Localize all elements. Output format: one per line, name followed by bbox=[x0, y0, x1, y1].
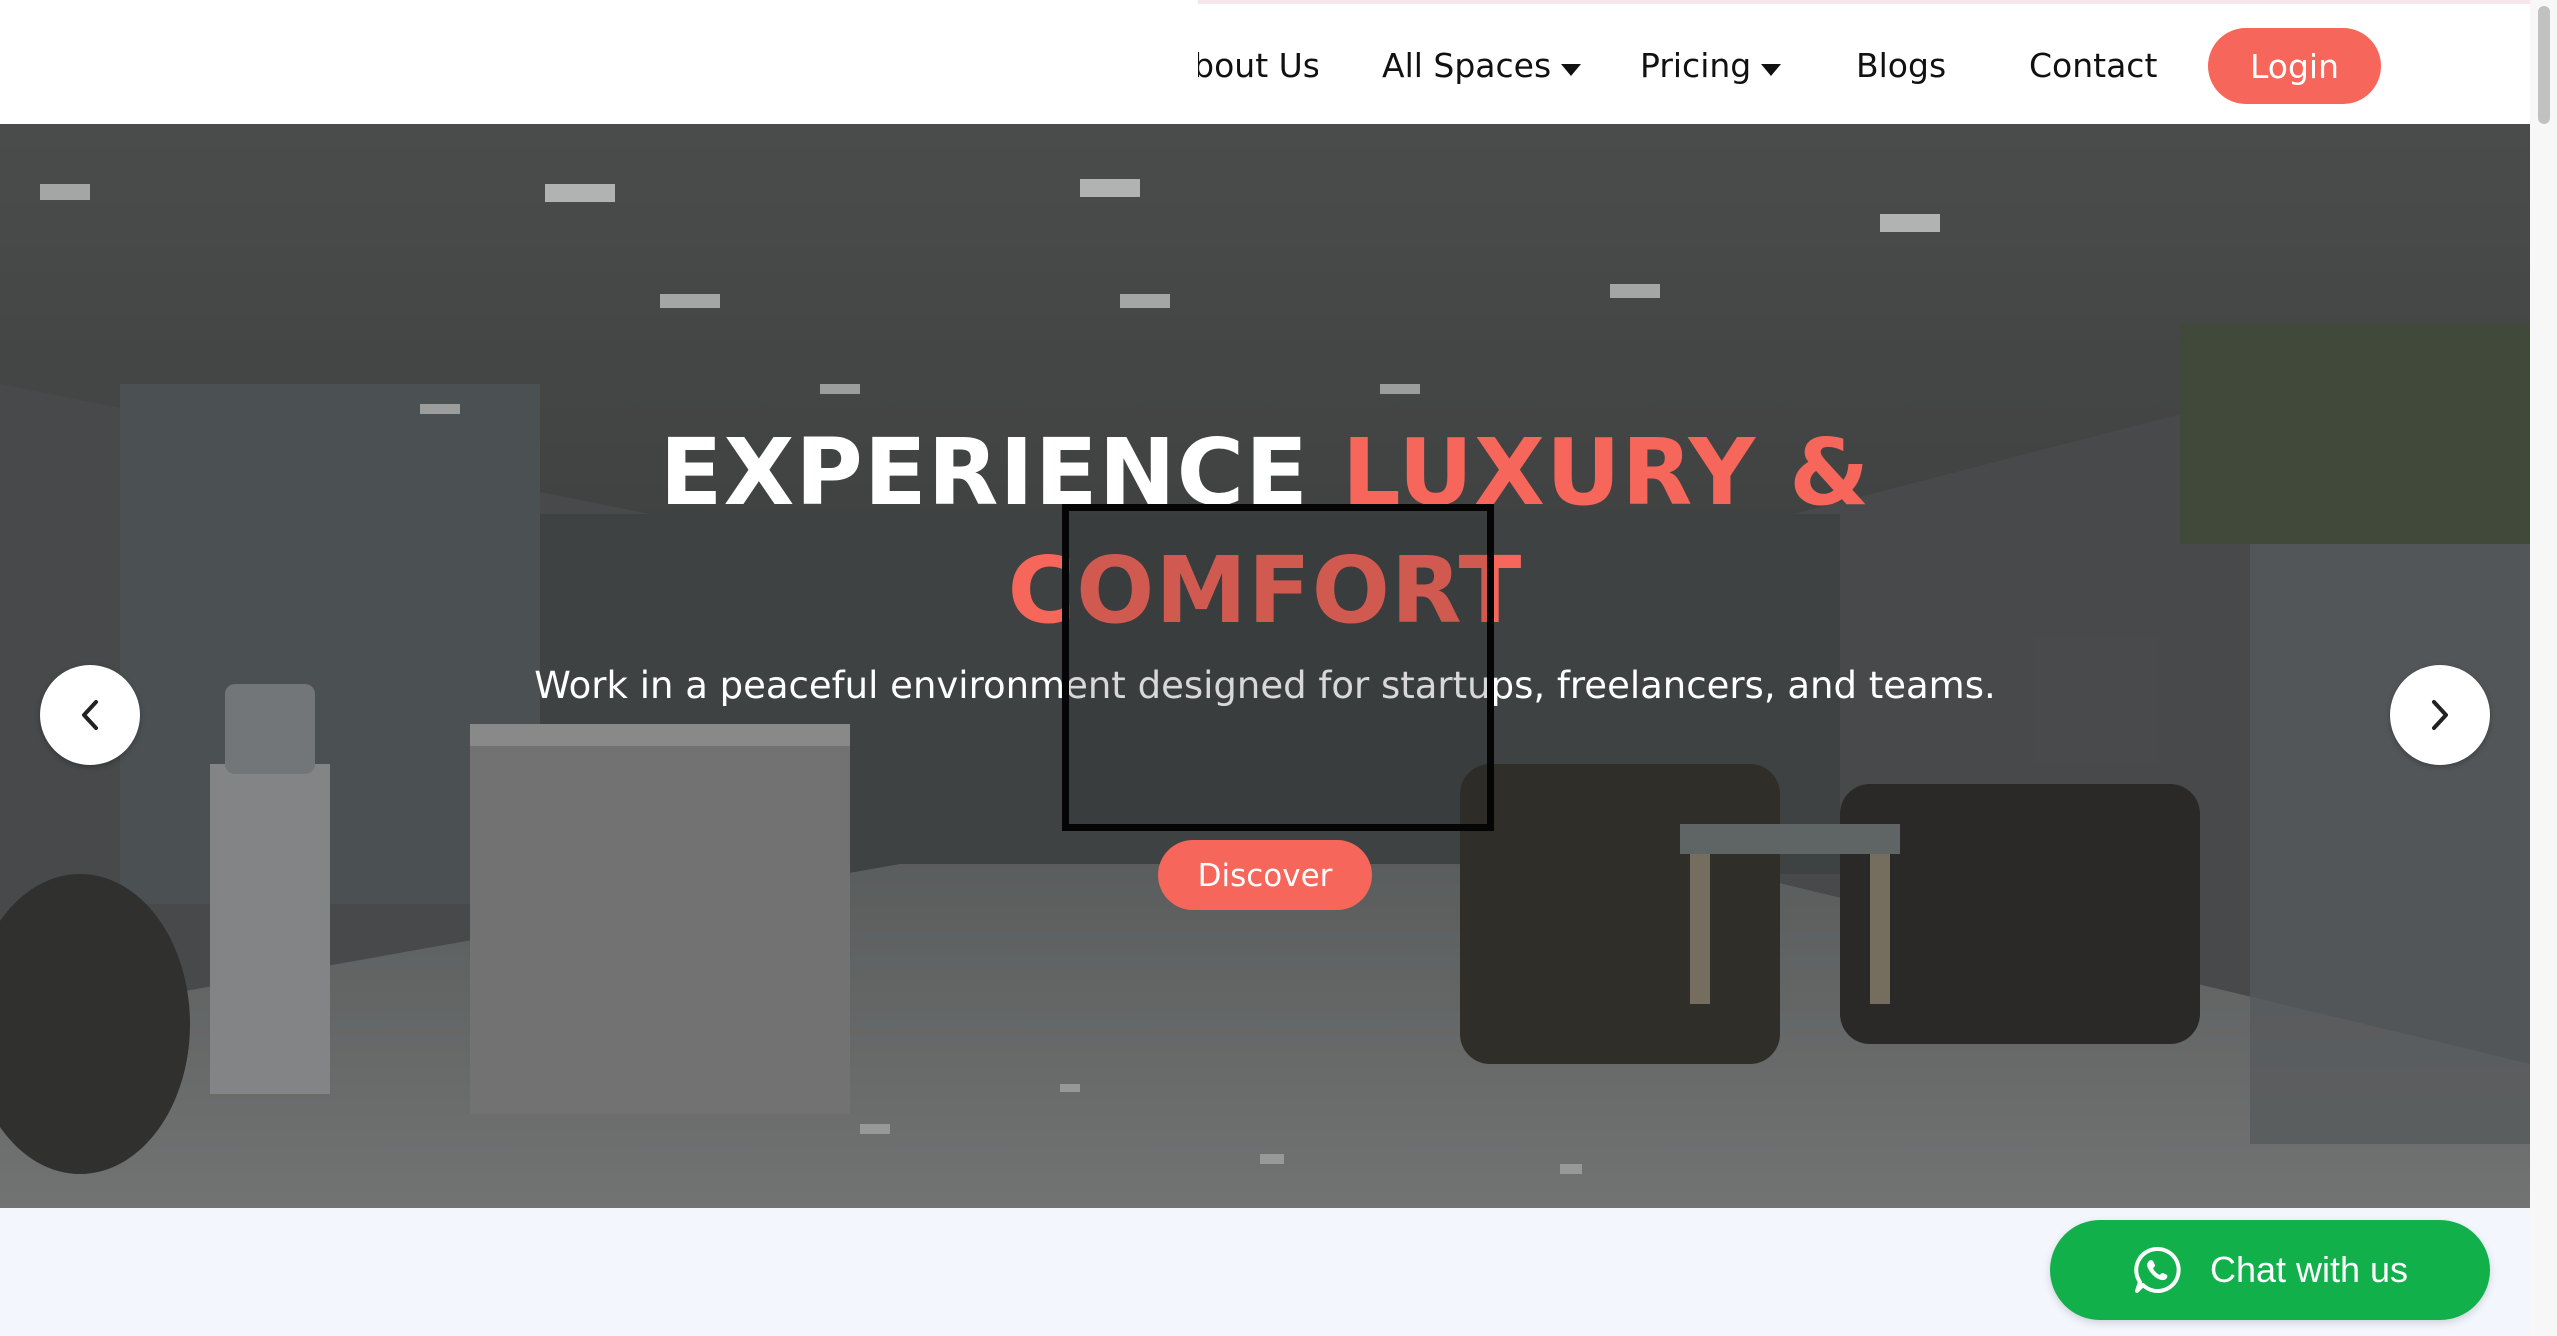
whatsapp-icon bbox=[2134, 1246, 2181, 1293]
nav-item-pricing-label: Pricing bbox=[1640, 46, 1752, 85]
chevron-left-icon bbox=[82, 700, 98, 730]
chevron-right-icon bbox=[2432, 700, 2448, 730]
login-button[interactable]: Login bbox=[2208, 28, 2381, 104]
chat-button-label: Chat with us bbox=[2209, 1249, 2409, 1290]
nav-item-blogs[interactable]: Blogs bbox=[1856, 28, 1946, 104]
scrollbar-thumb[interactable] bbox=[2538, 6, 2550, 124]
slider-next-button[interactable] bbox=[2390, 665, 2490, 765]
page-scrollbar[interactable] bbox=[2530, 0, 2557, 1336]
nav-item-all-spaces[interactable]: All Spaces bbox=[1382, 28, 1582, 104]
main-nav: About Us All Spaces Pricing Blogs Contac… bbox=[0, 28, 2530, 104]
nav-item-pricing[interactable]: Pricing bbox=[1640, 28, 1782, 104]
header-top-line bbox=[1198, 0, 2530, 4]
site-header: About Us All Spaces Pricing Blogs Contac… bbox=[0, 0, 2530, 124]
caret-down-icon bbox=[1761, 63, 1782, 76]
nav-item-about-clip: About Us bbox=[1198, 28, 1318, 104]
nav-item-about[interactable]: About Us bbox=[1198, 28, 1318, 104]
chat-with-us-button[interactable]: Chat with us bbox=[2050, 1220, 2490, 1320]
nav-item-contact[interactable]: Contact bbox=[2029, 28, 2157, 104]
focus-overlay-box bbox=[1062, 504, 1494, 831]
hero-slider: EXPERIENCE LUXURY & COMFORT Work in a pea… bbox=[0, 124, 2530, 1208]
discover-button[interactable]: Discover bbox=[1158, 840, 1372, 910]
slider-prev-button[interactable] bbox=[40, 665, 140, 765]
nav-item-all-spaces-label: All Spaces bbox=[1382, 46, 1552, 85]
caret-down-icon bbox=[1561, 63, 1582, 76]
